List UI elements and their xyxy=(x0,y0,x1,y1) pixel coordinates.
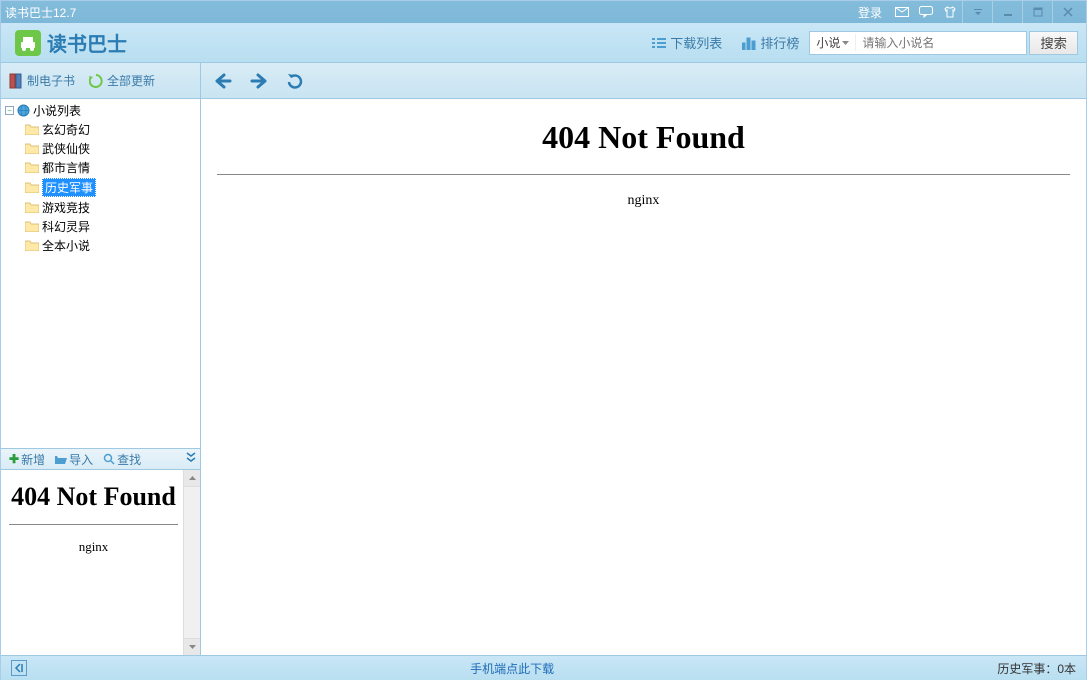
menu-down-button[interactable] xyxy=(962,1,992,23)
tree-item-label: 科幻灵异 xyxy=(42,218,90,235)
tree-item[interactable]: 都市言情 xyxy=(1,158,200,177)
update-all-button[interactable]: 全部更新 xyxy=(89,72,155,89)
toolbar-right xyxy=(201,63,317,98)
login-link[interactable]: 登录 xyxy=(850,4,890,21)
collapse-sidebar-button[interactable] xyxy=(11,660,27,676)
ranking-label: 排行榜 xyxy=(760,33,799,52)
import-button[interactable]: 导入 xyxy=(51,451,97,468)
chat-icon[interactable] xyxy=(914,3,938,21)
window-title: 读书巴士12.7 xyxy=(5,4,850,21)
collapse-icon[interactable]: − xyxy=(5,106,14,115)
preview-server: nginx xyxy=(9,539,178,555)
list-icon xyxy=(652,37,666,49)
main: − 小说列表 玄幻奇幻武侠仙侠都市言情历史军事游戏竞技科幻灵异全本小说 ✚新增 … xyxy=(1,99,1086,655)
minimize-button[interactable] xyxy=(992,1,1022,23)
book-icon xyxy=(9,73,23,89)
search-category-dropdown[interactable]: 小说 xyxy=(810,34,856,51)
refresh-icon xyxy=(89,74,103,88)
tree-root[interactable]: − 小说列表 xyxy=(1,101,200,120)
bars-icon xyxy=(742,36,756,50)
logo-text: 读书巴士 xyxy=(47,28,127,57)
make-ebook-button[interactable]: 制电子书 xyxy=(9,72,75,89)
scrollbar[interactable] xyxy=(183,470,200,655)
logo-icon xyxy=(15,30,41,56)
scroll-up-button[interactable] xyxy=(184,470,200,487)
search-category-label: 小说 xyxy=(816,34,840,51)
tree-item-label: 玄幻奇幻 xyxy=(42,121,90,138)
forward-button[interactable] xyxy=(245,67,273,95)
tree-item[interactable]: 科幻灵异 xyxy=(1,217,200,236)
search-input[interactable] xyxy=(856,32,1026,54)
search-icon xyxy=(103,453,115,465)
download-list-button[interactable]: 下载列表 xyxy=(642,33,732,52)
search-button[interactable]: 搜索 xyxy=(1029,31,1078,55)
preview-divider xyxy=(9,524,178,525)
tree-item-label: 全本小说 xyxy=(42,237,90,254)
mail-icon[interactable] xyxy=(890,3,914,21)
add-button[interactable]: ✚新增 xyxy=(5,451,49,468)
plus-icon: ✚ xyxy=(9,452,19,466)
shirt-icon[interactable] xyxy=(938,3,962,21)
status-count: 历史军事：0本 xyxy=(997,660,1076,677)
toolbar-left: 制电子书 全部更新 xyxy=(1,63,201,98)
tree-item[interactable]: 游戏竞技 xyxy=(1,198,200,217)
ranking-button[interactable]: 排行榜 xyxy=(732,33,809,52)
titlebar: 读书巴士12.7 登录 xyxy=(1,1,1086,23)
content-pane: 404 Not Found nginx xyxy=(201,99,1086,655)
tree-item[interactable]: 武侠仙侠 xyxy=(1,139,200,158)
scroll-down-button[interactable] xyxy=(184,638,200,655)
reload-button[interactable] xyxy=(281,67,309,95)
folder-open-icon xyxy=(55,454,67,464)
mobile-download-link[interactable]: 手机端点此下载 xyxy=(470,662,554,676)
close-button[interactable] xyxy=(1052,1,1082,23)
content-server: nginx xyxy=(217,193,1070,209)
tree-item-label: 游戏竞技 xyxy=(42,199,90,216)
sidebar-actions: ✚新增 导入 查找 xyxy=(1,448,200,470)
content-title: 404 Not Found xyxy=(217,119,1070,156)
preview-pane: 404 Not Found nginx xyxy=(1,470,200,655)
sidebar: − 小说列表 玄幻奇幻武侠仙侠都市言情历史军事游戏竞技科幻灵异全本小说 ✚新增 … xyxy=(1,99,201,655)
expand-toggle[interactable] xyxy=(186,452,196,467)
find-button[interactable]: 查找 xyxy=(99,451,145,468)
folder-icon xyxy=(25,124,39,135)
header: 读书巴士 下载列表 排行榜 小说 搜索 xyxy=(1,23,1086,63)
toolbar: 制电子书 全部更新 xyxy=(1,63,1086,99)
make-ebook-label: 制电子书 xyxy=(27,72,75,89)
tree-view: − 小说列表 玄幻奇幻武侠仙侠都市言情历史军事游戏竞技科幻灵异全本小说 xyxy=(1,99,200,448)
update-all-label: 全部更新 xyxy=(107,72,155,89)
status-center: 手机端点此下载 xyxy=(35,660,989,677)
logo: 读书巴士 xyxy=(15,28,127,57)
folder-icon xyxy=(25,182,39,193)
folder-icon xyxy=(25,162,39,173)
statusbar: 手机端点此下载 历史军事：0本 xyxy=(1,655,1086,680)
folder-icon xyxy=(25,202,39,213)
folder-icon xyxy=(25,221,39,232)
tree-item[interactable]: 玄幻奇幻 xyxy=(1,120,200,139)
tree-item-label: 武侠仙侠 xyxy=(42,140,90,157)
tree-item[interactable]: 全本小说 xyxy=(1,236,200,255)
folder-icon xyxy=(25,143,39,154)
back-button[interactable] xyxy=(209,67,237,95)
tree-root-label: 小说列表 xyxy=(33,102,81,119)
preview-content: 404 Not Found nginx xyxy=(1,470,200,555)
chevron-down-icon xyxy=(842,41,849,45)
folder-icon xyxy=(25,240,39,251)
globe-icon xyxy=(17,104,30,117)
tree-item-label: 历史军事 xyxy=(42,178,96,197)
tree-item-label: 都市言情 xyxy=(42,159,90,176)
preview-title: 404 Not Found xyxy=(9,482,178,512)
titlebar-right: 登录 xyxy=(850,1,1082,23)
tree-item[interactable]: 历史军事 xyxy=(1,177,200,198)
content-divider xyxy=(217,174,1070,175)
download-list-label: 下载列表 xyxy=(670,33,722,52)
maximize-button[interactable] xyxy=(1022,1,1052,23)
search-box: 小说 xyxy=(809,31,1027,55)
